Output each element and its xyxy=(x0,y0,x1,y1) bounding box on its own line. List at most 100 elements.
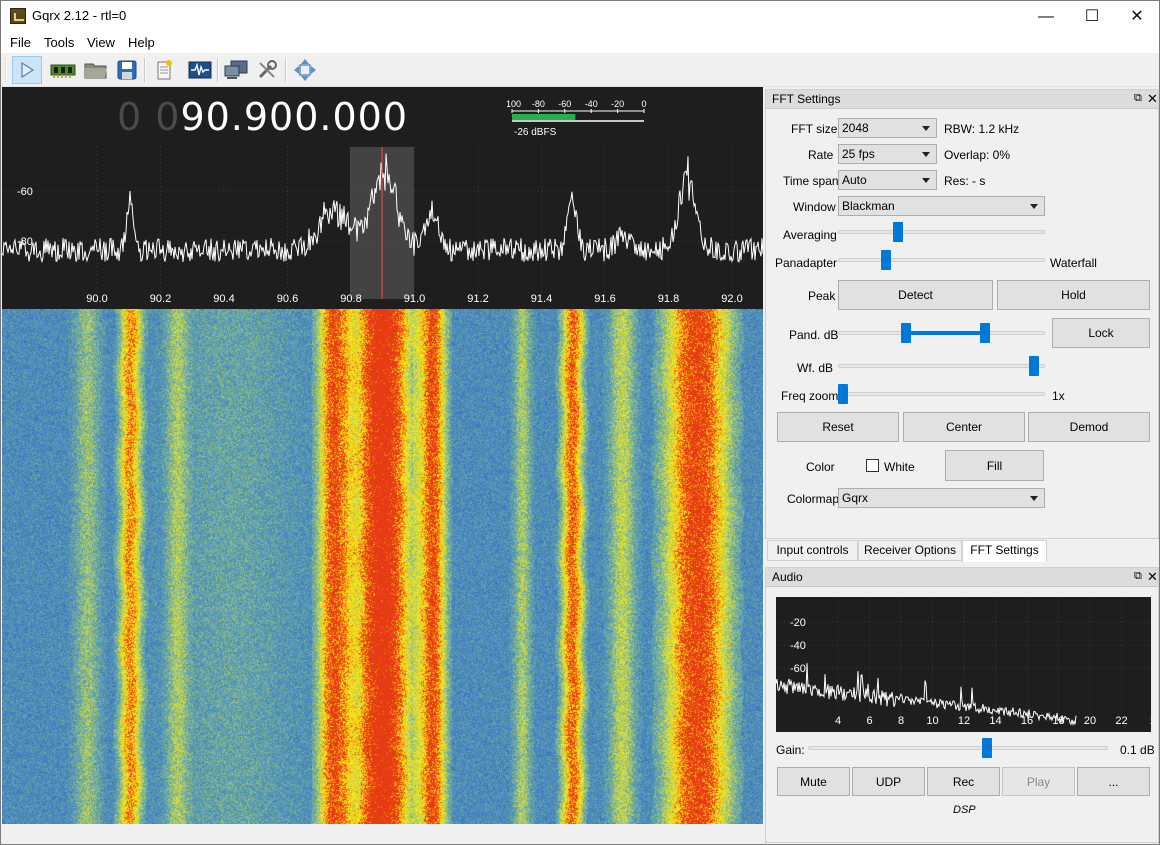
dock-close-icon[interactable]: ✕ xyxy=(1147,91,1158,107)
freq-zoom-slider-track[interactable] xyxy=(838,392,1045,396)
colormap-value: Gqrx xyxy=(842,491,869,505)
rate-select[interactable]: 25 fps xyxy=(838,144,937,164)
play-button[interactable] xyxy=(12,56,42,84)
tab-receiver-options[interactable]: Receiver Options xyxy=(858,540,962,561)
time-span-value: Auto xyxy=(842,173,867,187)
io-devices-button[interactable] xyxy=(48,56,78,84)
undock-icon[interactable]: ⧉ xyxy=(1134,92,1142,105)
gqrx-app-icon xyxy=(10,8,26,24)
tab-input-controls[interactable]: Input controls xyxy=(767,540,858,561)
audio-freq-tick: 4 xyxy=(835,715,841,727)
smeter-tick-label: 0 xyxy=(641,99,646,109)
averaging-slider-track[interactable] xyxy=(838,230,1045,234)
frequency-display[interactable]: 0 090.900.000 xyxy=(117,95,408,139)
peak-label: Peak xyxy=(808,289,836,303)
hold-button[interactable]: Hold xyxy=(997,280,1150,310)
close-button[interactable]: ✕ xyxy=(1114,1,1160,32)
audio-level-tick: -20 xyxy=(790,617,806,629)
color-label: Color xyxy=(806,460,835,474)
wf-db-slider-track[interactable] xyxy=(838,364,1045,368)
audio-dock: Audio ⧉ ✕ -20-40-60 468101214161820222 G… xyxy=(765,567,1159,843)
freq-zoom-slider-handle[interactable] xyxy=(838,384,848,404)
waterfall-label: Waterfall xyxy=(1050,256,1097,270)
configure-button[interactable] xyxy=(252,56,282,84)
toolbar-grip xyxy=(5,58,7,82)
menu-bar: File Tools View Help xyxy=(1,32,1159,53)
remote-control-button[interactable] xyxy=(221,56,251,84)
audio-title-text: Audio xyxy=(772,570,803,584)
averaging-slider-handle[interactable] xyxy=(893,222,904,242)
signal-level-readout: -26 dBFS xyxy=(514,127,557,138)
audio-freq-tick: 14 xyxy=(989,715,1001,727)
audio-gain-slider-track[interactable] xyxy=(808,746,1108,750)
fft-size-value: 2048 xyxy=(842,121,869,135)
waterfall-display[interactable] xyxy=(2,309,763,824)
audio-fft-plot: -20-40-60 468101214161820222 xyxy=(776,597,1151,732)
pan-wf-slider-track[interactable] xyxy=(838,258,1045,262)
play-audio-button[interactable]: Play xyxy=(1002,767,1075,796)
demod-button[interactable]: Demod xyxy=(1028,412,1150,442)
open-settings-button[interactable] xyxy=(81,56,111,84)
menu-help[interactable]: Help xyxy=(128,35,155,50)
audio-freq-tick: 20 xyxy=(1084,715,1096,727)
res-label: Res: - s xyxy=(944,174,986,188)
window-select[interactable]: Blackman xyxy=(838,196,1045,216)
lock-button[interactable]: Lock xyxy=(1052,318,1150,348)
udp-button[interactable]: UDP xyxy=(852,767,925,796)
fft-settings-title: FFT Settings xyxy=(766,90,1158,109)
title-bar: Gqrx 2.12 - rtl=0 — ☐ ✕ xyxy=(1,1,1159,32)
undock-icon[interactable]: ⧉ xyxy=(1134,570,1142,583)
audio-options-button[interactable]: ... xyxy=(1077,767,1150,796)
colormap-select[interactable]: Gqrx xyxy=(838,488,1045,508)
dock-close-icon[interactable]: ✕ xyxy=(1147,569,1158,585)
mute-button[interactable]: Mute xyxy=(777,767,850,796)
audio-freq-tick: 22 xyxy=(1115,715,1127,727)
fullscreen-button[interactable] xyxy=(290,56,320,84)
maximize-button[interactable]: ☐ xyxy=(1069,1,1115,32)
fft-size-label: FFT size xyxy=(791,122,838,136)
rec-button[interactable]: Rec xyxy=(927,767,1000,796)
menu-view[interactable]: View xyxy=(87,35,115,50)
audio-freq-tick: 12 xyxy=(958,715,970,727)
smeter-tick-label: -20 xyxy=(611,99,624,109)
center-button[interactable]: Center xyxy=(903,412,1025,442)
tab-fft-settings[interactable]: FFT Settings xyxy=(962,540,1047,562)
audio-level-tick: -60 xyxy=(790,663,806,675)
fft-settings-dock: FFT Settings ⧉ ✕ FFT size 2048 RBW: 1.2 … xyxy=(765,89,1159,539)
signal-meter: -100 -80 -60 -40 -20 0 -26 dBFS xyxy=(507,99,647,138)
wf-db-slider-handle[interactable] xyxy=(1029,356,1040,376)
plotter-panel[interactable]: 0 090.900.000 -100 -80 -60 -40 -20 0 -26 dBFS… xyxy=(2,87,763,824)
save-settings-button[interactable] xyxy=(112,56,142,84)
pan-wf-slider-handle[interactable] xyxy=(881,250,892,270)
open-folder-icon xyxy=(84,63,107,79)
pand-db-min-handle[interactable] xyxy=(901,323,912,343)
white-checkbox[interactable] xyxy=(866,459,879,472)
dsp-toggle-button[interactable] xyxy=(185,56,215,84)
time-span-select[interactable]: Auto xyxy=(838,170,937,190)
menu-tools[interactable]: Tools xyxy=(44,35,74,50)
load-bookmark-button[interactable] xyxy=(149,56,179,84)
dsp-label: DSP xyxy=(953,804,976,816)
audio-gain-slider-handle[interactable] xyxy=(982,738,992,758)
toolbar-separator xyxy=(285,58,287,82)
window-value: Blackman xyxy=(842,199,895,213)
minimize-button[interactable]: — xyxy=(1023,1,1069,32)
menu-file[interactable]: File xyxy=(10,35,31,50)
averaging-label: Averaging xyxy=(783,228,837,242)
pand-db-label: Pand. dB xyxy=(789,328,839,342)
toolbar-separator xyxy=(217,58,219,82)
reset-button[interactable]: Reset xyxy=(777,412,899,442)
frequency-tick-label: 90.8 xyxy=(340,293,361,305)
audio-title: Audio xyxy=(766,568,1158,587)
frequency-tick-label: 91.4 xyxy=(531,293,552,305)
dock-tabs: Input controls Receiver Options FFT Sett… xyxy=(765,540,1159,562)
detect-button[interactable]: Detect xyxy=(838,280,993,310)
audio-freq-tick: 18 xyxy=(1052,715,1064,727)
fft-size-select[interactable]: 2048 xyxy=(838,118,937,138)
pand-db-max-handle[interactable] xyxy=(979,323,990,343)
spectrum-panadapter[interactable]: -60 -80 90.0 90.2 90.4 90.6 90.8 91.0 91.2 91.4 9… xyxy=(2,147,763,309)
white-checkbox-label: White xyxy=(884,460,915,474)
frequency-tick-label: 90.4 xyxy=(213,293,234,305)
tools-icon xyxy=(258,60,277,79)
fill-button[interactable]: Fill xyxy=(945,450,1044,481)
